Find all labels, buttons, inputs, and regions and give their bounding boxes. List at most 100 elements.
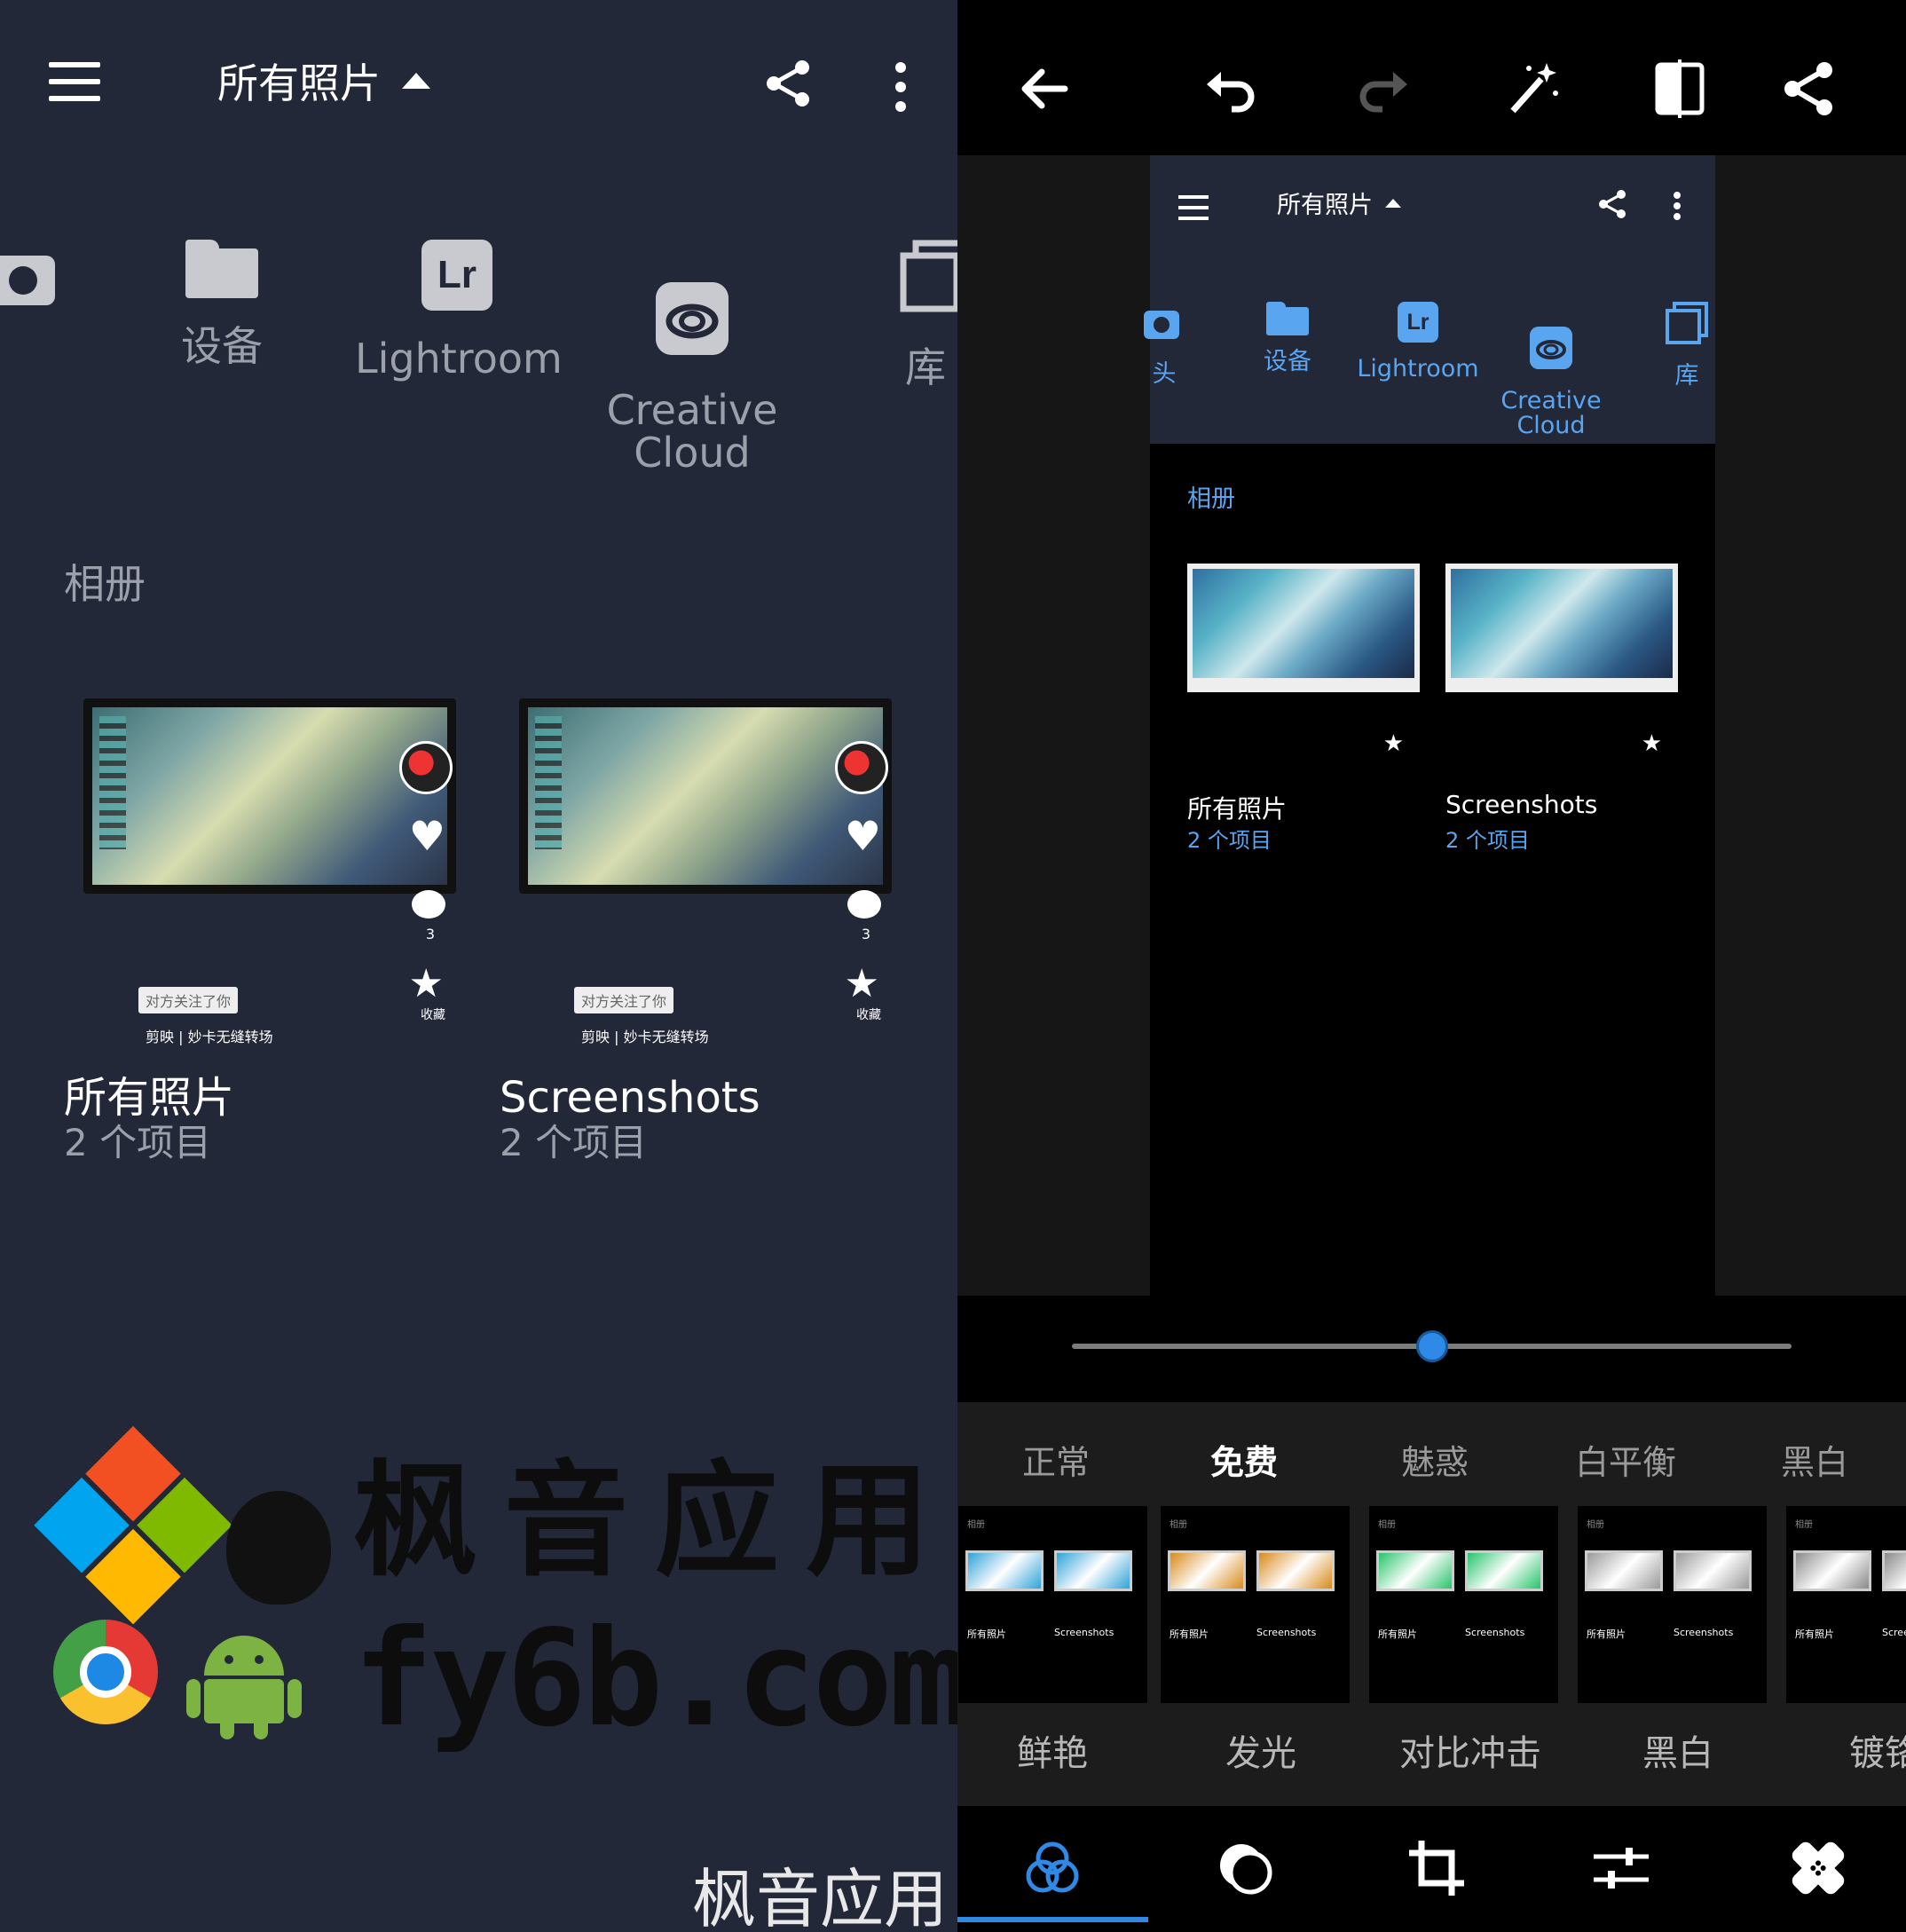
card-album-1: 所有照片 [1170,1628,1209,1640]
compare-icon[interactable] [1649,58,1711,120]
source-lightroom[interactable]: Lr Lightroom [355,240,563,380]
album-name: Screenshots [500,1073,760,1123]
source-label: 库 [1674,362,1699,390]
watermark-bottom-text: 枫音应用 [692,1862,949,1932]
filter-thumb-glow[interactable]: 相册 所有照片 Screenshots [1161,1506,1350,1703]
filter-thumb-contrast[interactable]: 相册 所有照片 Screenshots [1369,1506,1558,1703]
source-label: Creative Cloud [1500,387,1602,439]
filter-category-free[interactable]: 免费 [1210,1435,1278,1484]
comment-icon [847,890,881,919]
card-album-2: Screenshots [1256,1627,1317,1638]
source-label: 设备 [181,322,263,370]
source-creative-cloud[interactable]: Creative Cloud [603,240,781,517]
source-label: Creative Cloud [606,386,778,477]
back-arrow-icon[interactable] [1013,58,1075,120]
card-album-2: Screenshots [1054,1627,1114,1638]
lightroom-icon: Lr [1398,302,1438,343]
album-thumbnail: ★ [1445,537,1678,757]
filter-category-charm[interactable]: 魅惑 [1401,1435,1469,1484]
share-icon[interactable] [1778,58,1840,120]
preview-title-wrap: 所有照片 [1277,185,1401,220]
filter-category-normal[interactable]: 正常 [1022,1435,1090,1484]
heal-icon[interactable] [1787,1837,1849,1899]
preview-albums-heading: 相册 [1187,485,1235,513]
star-icon: ★ [1382,730,1404,757]
camera-icon [1144,311,1179,339]
card-heading: 相册 [1795,1520,1813,1530]
card-album-2: Screenshots [1882,1627,1906,1638]
source-label: 头 [1152,360,1177,388]
watermark-title: 枫音应用 [353,1449,957,1594]
source-label: 库 [905,343,946,391]
watermark-url: fy6b.com [353,1602,957,1756]
source-device[interactable]: 设备 [160,240,284,367]
avatar [835,741,888,794]
album-card-screenshots[interactable]: ♥ 3 ★ 收藏 对方关注了你 剪映 | 妙卡无缝转场 Screenshots … [500,643,899,1165]
crop-icon[interactable] [1406,1837,1468,1899]
source-library[interactable]: 库 [878,240,957,389]
heart-icon: ♥ [408,812,445,860]
filter-label-chrome[interactable]: 镀铬 [1849,1724,1906,1776]
folder-icon [1266,302,1309,335]
card-image [1585,1550,1663,1591]
comment-icon [412,890,445,919]
creative-cloud-icon [656,282,729,355]
filters-icon[interactable] [1021,1837,1083,1899]
undo-icon[interactable] [1200,58,1262,120]
library-icon [1666,302,1708,344]
preview-source-camera: 头 [1138,302,1191,387]
page-title: 所有照片 [217,59,381,107]
filter-thumb-chrome[interactable]: 相册 所有照片 Screenshots [1786,1506,1906,1703]
hamburger-menu-icon [1178,195,1209,220]
share-icon[interactable] [763,59,813,108]
album-count: 2 个项目 [1187,828,1272,853]
card-album-1: 所有照片 [1795,1628,1834,1640]
thumb-tag: 对方关注了你 [574,987,674,1013]
preview-source-lightroom: Lr Lightroom [1356,302,1480,382]
card-heading: 相册 [1378,1520,1396,1530]
card-image [1256,1550,1335,1591]
intensity-slider[interactable] [1072,1330,1792,1362]
album-selector[interactable]: 所有照片 [217,51,430,110]
more-options-icon[interactable] [887,60,914,114]
windows-logo-icon [33,1425,233,1627]
filter-label-bw[interactable]: 黑白 [1642,1724,1713,1776]
thumbnail-screen-image [519,698,892,894]
editor-toolbar [957,0,1906,155]
card-heading: 相册 [1587,1520,1604,1530]
looks-icon[interactable] [1215,1837,1277,1899]
source-camera[interactable]: 头 [0,240,75,382]
filter-category-bw[interactable]: 黑白 [1781,1435,1848,1484]
hamburger-menu-icon[interactable] [49,62,100,101]
filter-thumb-vivid[interactable]: 相册 所有照片 Screenshots [958,1506,1147,1703]
filter-label-vivid[interactable]: 鲜艳 [1017,1724,1088,1776]
comment-count: 3 [425,926,435,942]
avatar [399,741,453,794]
filter-label-glow[interactable]: 发光 [1225,1724,1296,1776]
photo-preview[interactable]: 所有照片 头 设备 Lr Lightroom Creative Cloud 库 … [1144,155,1715,1296]
star-icon: ★ [1641,730,1662,757]
filter-label-contrast[interactable]: 对比冲击 [1399,1724,1541,1776]
slider-handle[interactable] [1415,1330,1448,1362]
adjust-icon[interactable] [1590,1837,1652,1899]
card-image [1465,1550,1543,1591]
caret-up-icon [402,73,430,89]
preview-source-device: 设备 [1248,302,1327,375]
star-label: 收藏 [856,1008,881,1022]
watermark-logos [34,1425,337,1739]
album-card-all-photos[interactable]: ♥ 3 ★ 收藏 对方关注了你 剪映 | 妙卡无缝转场 所有照片 2 个项目 [64,643,463,1165]
left-screen: 所有照片 头 设备 Lr Lightroom Creative Cloud 库 … [0,0,957,1932]
source-label: Lightroom [1357,355,1479,382]
card-album-1: 所有照片 [1587,1628,1626,1640]
preview-title: 所有照片 [1277,192,1373,219]
filter-thumb-bw[interactable]: 相册 所有照片 Screenshots [1578,1506,1767,1703]
album-count: 2 个项目 [1445,828,1530,853]
album-name: Screenshots [1445,790,1598,819]
filter-category-white-balance[interactable]: 白平衡 [1575,1435,1676,1484]
preview-source-library: 库 [1651,302,1722,389]
magic-wand-icon[interactable] [1502,58,1564,120]
redo-icon[interactable] [1352,58,1414,120]
preview-album-screenshots: ★ Screenshots 2 个项目 [1445,537,1678,853]
album-name: 所有照片 [64,1073,235,1123]
share-icon [1599,190,1626,218]
